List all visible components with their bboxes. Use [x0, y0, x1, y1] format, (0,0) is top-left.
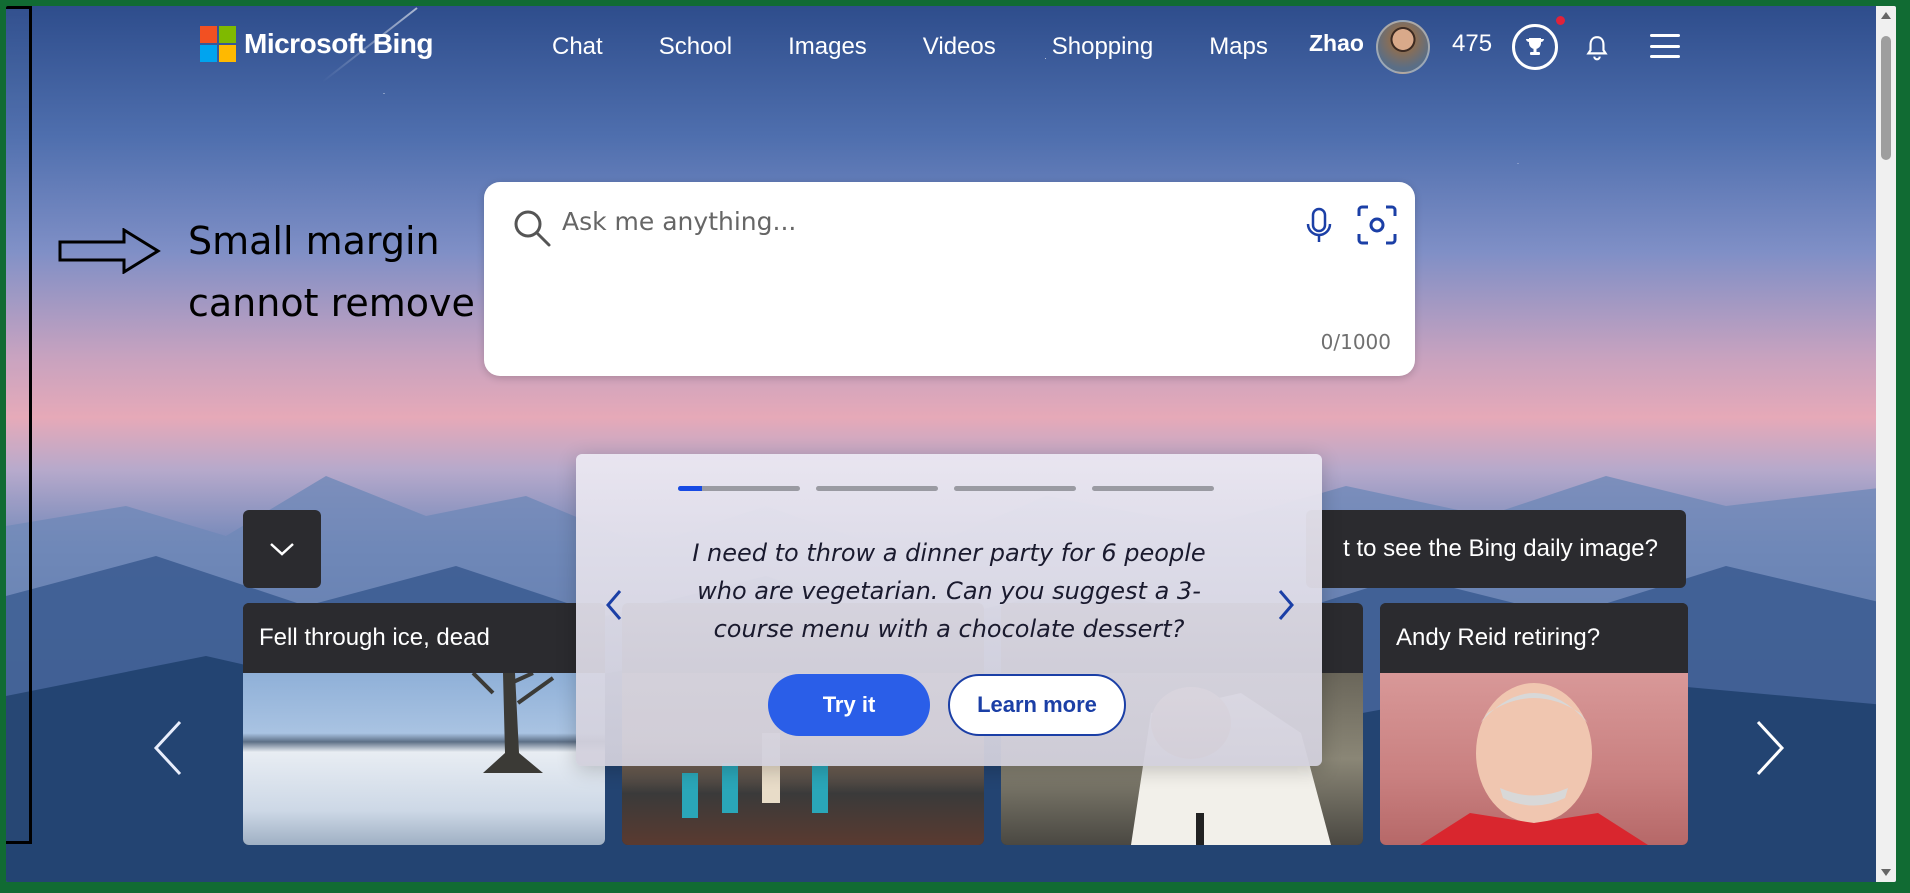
- card-title: Fell through ice, dead: [243, 603, 605, 673]
- card-title: Andy Reid retiring?: [1380, 603, 1688, 673]
- right-arrow-annotation-icon: [58, 228, 161, 274]
- nav-images[interactable]: Images: [788, 33, 867, 61]
- nav-videos[interactable]: Videos: [923, 33, 996, 61]
- bing-logo[interactable]: Microsoft Bing: [200, 26, 434, 62]
- user-name[interactable]: Zhao: [1309, 30, 1364, 57]
- top-header: Microsoft Bing Chat School Images Videos…: [6, 6, 1896, 86]
- chevron-down-icon: [270, 543, 294, 556]
- visual-search-icon[interactable]: [1356, 204, 1398, 246]
- pager-pip[interactable]: [954, 486, 1076, 491]
- menu-line: [1650, 44, 1680, 48]
- window-frame: Microsoft Bing Chat School Images Videos…: [0, 0, 1910, 893]
- news-card[interactable]: Andy Reid retiring?: [1380, 603, 1688, 845]
- microsoft-logo-icon: [200, 26, 236, 62]
- suggestion-card: I need to throw a dinner party for 6 peo…: [576, 454, 1322, 766]
- vertical-scrollbar[interactable]: [1876, 6, 1896, 882]
- logo-square-blue: [200, 45, 217, 62]
- learn-more-button[interactable]: Learn more: [948, 674, 1126, 736]
- search-icon: [514, 210, 551, 247]
- rewards-trophy-icon[interactable]: [1512, 24, 1558, 70]
- left-margin-highlight: [6, 6, 32, 844]
- nav-maps[interactable]: Maps: [1209, 33, 1268, 61]
- trophy-icon: [1526, 38, 1544, 55]
- main-nav: Chat School Images Videos Shopping Maps: [552, 33, 1324, 61]
- annotation-line-1: Small margin: [188, 219, 440, 263]
- pager-pip[interactable]: [678, 486, 800, 491]
- scroll-down-icon[interactable]: [1881, 869, 1891, 876]
- character-counter: 0/1000: [1320, 330, 1391, 354]
- suggestion-pager: [678, 486, 1214, 491]
- menu-line: [1650, 34, 1680, 37]
- try-it-button[interactable]: Try it: [768, 674, 930, 736]
- notification-dot: [1556, 16, 1565, 25]
- news-card[interactable]: Fell through ice, dead: [243, 603, 605, 845]
- logo-square-red: [200, 26, 217, 43]
- collapse-button[interactable]: [243, 510, 321, 588]
- logo-text: Microsoft Bing: [244, 28, 434, 59]
- nav-chat[interactable]: Chat: [552, 33, 603, 61]
- bing-homepage: Microsoft Bing Chat School Images Videos…: [6, 6, 1896, 882]
- annotation-line-2: cannot remove: [188, 281, 475, 325]
- notifications-bell-icon[interactable]: [1584, 34, 1610, 62]
- pager-pip[interactable]: [1092, 486, 1214, 491]
- card-image-frozen-lake: [243, 671, 605, 845]
- pager-progress: [678, 486, 703, 491]
- search-box[interactable]: 0/1000: [484, 182, 1415, 376]
- annotation-text: Small margin cannot remove: [188, 210, 475, 334]
- tree-silhouette: [471, 671, 555, 773]
- carousel-prev-icon[interactable]: [152, 720, 184, 776]
- microphone-icon[interactable]: [1304, 206, 1334, 246]
- nav-school[interactable]: School: [659, 33, 732, 61]
- scroll-up-icon[interactable]: [1881, 12, 1891, 19]
- search-input[interactable]: [560, 206, 1264, 237]
- rewards-points[interactable]: 475: [1452, 30, 1492, 58]
- avatar[interactable]: [1376, 20, 1430, 74]
- logo-square-green: [219, 26, 236, 43]
- carousel-next-icon[interactable]: [1754, 720, 1786, 776]
- pager-pip[interactable]: [816, 486, 938, 491]
- chevron-right-icon[interactable]: [1276, 588, 1296, 622]
- coach-silhouette: [1420, 683, 1648, 845]
- hamburger-menu-icon[interactable]: [1650, 34, 1680, 58]
- daily-image-prompt[interactable]: t to see the Bing daily image?: [1306, 510, 1686, 588]
- chevron-left-icon[interactable]: [604, 588, 624, 622]
- menu-line: [1650, 55, 1680, 58]
- nav-shopping[interactable]: Shopping: [1052, 33, 1153, 61]
- suggestion-prompt: I need to throw a dinner party for 6 peo…: [692, 539, 1206, 643]
- scrollbar-thumb[interactable]: [1881, 36, 1891, 160]
- logo-square-yellow: [219, 45, 236, 62]
- card-image-andy-reid: [1380, 673, 1688, 845]
